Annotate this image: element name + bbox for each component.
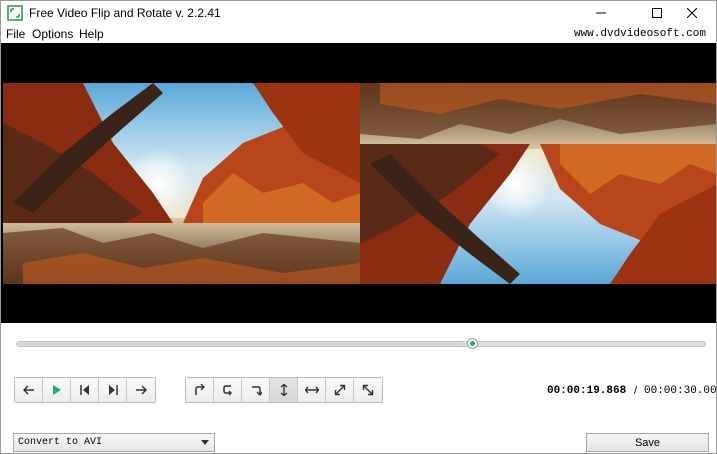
flip-horizontal-button[interactable]	[298, 378, 326, 402]
transpose-button[interactable]	[326, 378, 354, 402]
step-forward-icon	[135, 385, 147, 395]
minimize-icon	[596, 8, 606, 18]
seek-bar[interactable]	[16, 341, 706, 347]
step-forward-button[interactable]	[127, 378, 155, 402]
rotate-left-icon	[194, 384, 206, 396]
rotate-left-button[interactable]	[186, 378, 214, 402]
rotate-right-button[interactable]	[242, 378, 270, 402]
seek-progress	[17, 342, 474, 346]
next-frame-icon	[108, 385, 118, 395]
chevron-down-icon	[201, 440, 209, 445]
save-button[interactable]: Save	[586, 433, 709, 452]
window-title: Free Video Flip and Rotate v. 2.2.41	[29, 6, 221, 20]
rotate-180-button[interactable]	[214, 378, 242, 402]
flip-vertical-button[interactable]	[270, 378, 298, 402]
step-back-icon	[22, 385, 35, 395]
close-button[interactable]	[669, 1, 715, 25]
menu-bar: File Options Help www.dvdvideosoft.com	[1, 25, 716, 43]
output-format-value: Convert to AVI	[18, 437, 103, 448]
transform-controls	[185, 377, 383, 403]
video-preview-area	[1, 43, 716, 323]
menu-help[interactable]: Help	[79, 27, 104, 41]
transverse-icon	[362, 384, 374, 396]
maximize-icon	[652, 8, 662, 18]
original-video-preview	[3, 83, 360, 284]
website-link[interactable]: www.dvdvideosoft.com	[574, 28, 706, 40]
flip-vertical-icon	[279, 384, 289, 396]
flip-horizontal-icon	[304, 385, 319, 395]
transverse-button[interactable]	[354, 378, 382, 402]
save-button-label: Save	[634, 436, 661, 449]
playback-controls	[14, 377, 156, 403]
menu-options[interactable]: Options	[32, 27, 73, 41]
play-button[interactable]	[43, 378, 71, 402]
app-window: Free Video Flip and Rotate v. 2.2.41 Fil…	[0, 0, 717, 454]
menu-file[interactable]: File	[6, 27, 25, 41]
time-separator: /	[634, 385, 638, 397]
current-time: 00:00:19.868	[547, 385, 627, 397]
transpose-icon	[334, 384, 346, 396]
step-back-button[interactable]	[15, 378, 43, 402]
minimize-button[interactable]	[578, 1, 624, 25]
rotate-right-icon	[250, 384, 262, 396]
app-logo-icon	[7, 5, 23, 21]
previous-frame-button[interactable]	[71, 378, 99, 402]
flipped-video-preview	[360, 83, 716, 284]
play-icon	[52, 385, 62, 395]
seek-handle[interactable]	[467, 338, 479, 349]
title-bar[interactable]: Free Video Flip and Rotate v. 2.2.41	[1, 1, 716, 25]
output-format-dropdown[interactable]: Convert to AVI	[13, 433, 215, 452]
total-duration: 00:00:30.000	[644, 385, 717, 397]
next-frame-button[interactable]	[99, 378, 127, 402]
rotate-180-icon	[222, 384, 234, 396]
close-icon	[687, 8, 697, 18]
previous-frame-icon	[79, 385, 90, 395]
